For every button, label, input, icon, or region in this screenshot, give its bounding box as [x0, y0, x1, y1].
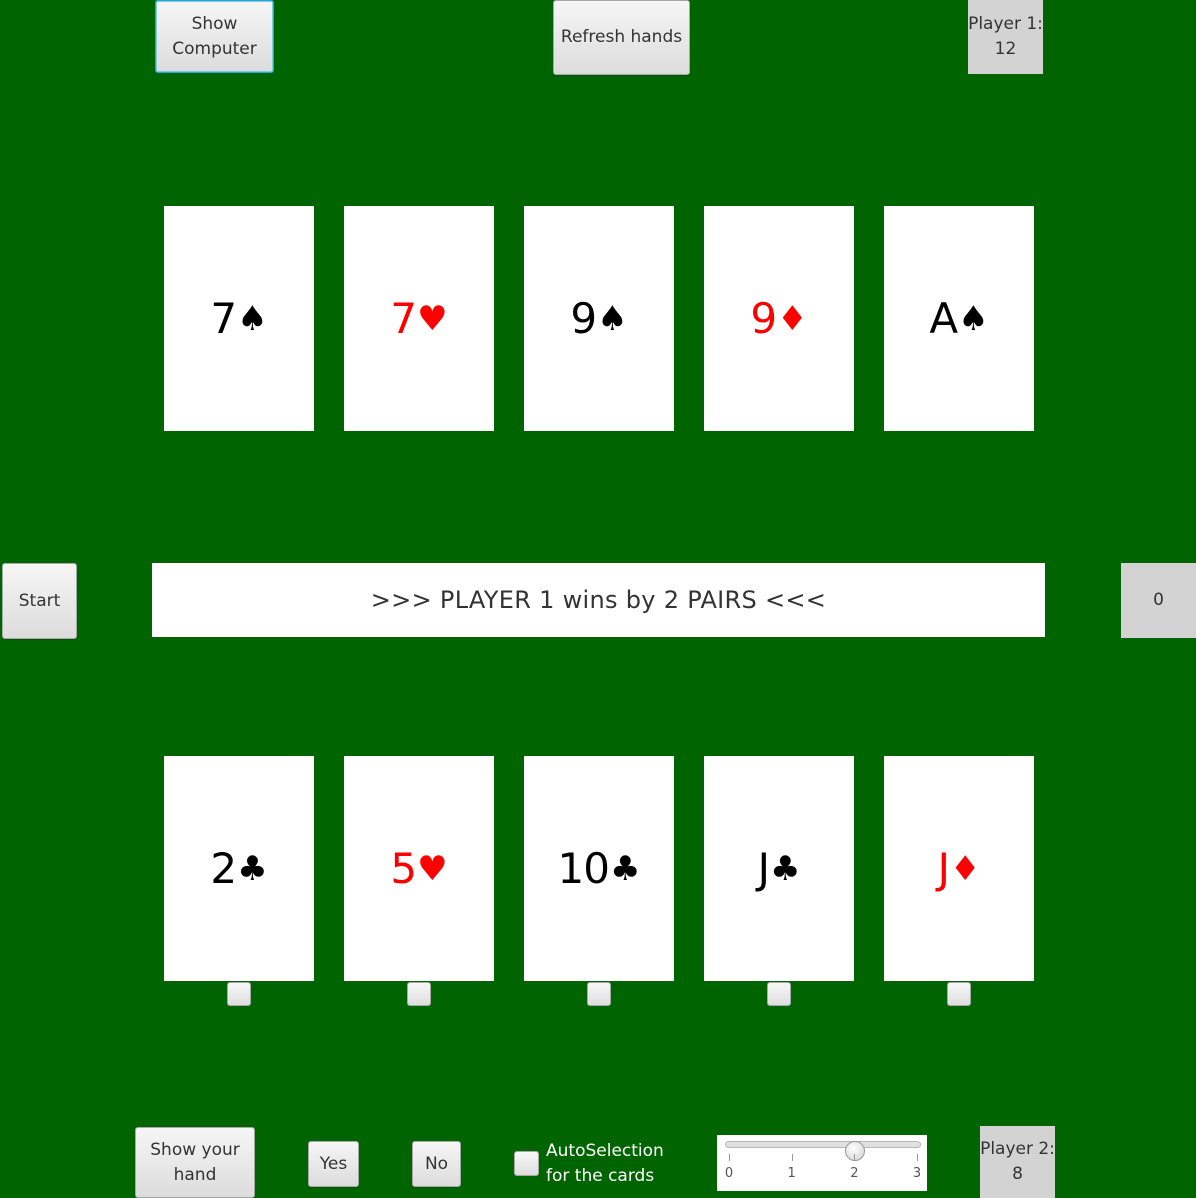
- card-rank: 7: [390, 294, 417, 343]
- player2-score-label: Player 2:: [980, 1139, 1055, 1160]
- show-computer-label-line2: Computer: [172, 38, 257, 59]
- card-select-checkbox[interactable]: [227, 982, 251, 1006]
- counter-value: 0: [1153, 590, 1164, 611]
- card-rank: J: [757, 844, 770, 893]
- card-select-checkbox[interactable]: [407, 982, 431, 1006]
- slider-track[interactable]: [725, 1141, 921, 1161]
- slider-tick: [854, 1154, 856, 1161]
- start-label: Start: [18, 590, 61, 611]
- card-rank: J: [937, 844, 950, 893]
- show-hand-label-line1: Show your: [150, 1139, 240, 1160]
- player-card[interactable]: J ♣: [704, 756, 854, 981]
- slider-thumb[interactable]: [845, 1141, 866, 1161]
- card-rank: 5: [390, 844, 417, 893]
- auto-selection-checkbox[interactable]: [514, 1151, 539, 1176]
- refresh-hands-label: Refresh hands: [560, 27, 683, 48]
- player2-score: Player 2: 8: [980, 1126, 1055, 1198]
- refresh-hands-button[interactable]: Refresh hands: [553, 0, 690, 75]
- card-select-checkbox[interactable]: [767, 982, 791, 1006]
- auto-selection-label-line1: AutoSelection: [546, 1141, 664, 1161]
- slider-tick-label: 1: [787, 1166, 796, 1181]
- card-rank: 9: [750, 294, 777, 343]
- card-suit: ♣: [609, 848, 641, 889]
- card-select-checkbox[interactable]: [587, 982, 611, 1006]
- player-card[interactable]: 2 ♣: [164, 756, 314, 981]
- start-button[interactable]: Start: [2, 563, 77, 639]
- computer-card: A ♠: [884, 206, 1034, 431]
- result-message: >>> PLAYER 1 wins by 2 PAIRS <<<: [152, 563, 1045, 637]
- computer-card: 9 ♠: [524, 206, 674, 431]
- card-suit: ♠: [958, 298, 989, 339]
- card-suit: ♦: [777, 298, 808, 339]
- card-suit: ♥: [417, 298, 448, 339]
- show-hand-label-line2: hand: [173, 1164, 217, 1185]
- show-computer-label-line1: Show: [191, 13, 238, 34]
- card-suit: ♦: [949, 848, 981, 889]
- player-card[interactable]: 5 ♥: [344, 756, 494, 981]
- card-suit: ♣: [237, 848, 268, 889]
- player1-score: Player 1: 12: [968, 0, 1043, 74]
- slider-tick: [791, 1154, 793, 1161]
- show-computer-button[interactable]: Show Computer: [155, 0, 274, 73]
- result-message-text: >>> PLAYER 1 wins by 2 PAIRS <<<: [370, 586, 827, 614]
- slider-tick-label: 3: [912, 1166, 922, 1181]
- computer-card: 7 ♥: [344, 206, 494, 431]
- card-suit: ♥: [417, 848, 448, 889]
- slider-tick-label: 0: [724, 1166, 734, 1181]
- card-rank: 10: [557, 844, 610, 893]
- card-select-checkbox[interactable]: [947, 982, 971, 1006]
- auto-selection-label-line2: for the cards: [546, 1166, 655, 1186]
- yes-button[interactable]: Yes: [308, 1141, 359, 1187]
- card-rank: 2: [210, 844, 237, 893]
- no-label: No: [424, 1153, 449, 1174]
- card-rank: A: [929, 294, 958, 343]
- no-button[interactable]: No: [412, 1141, 461, 1187]
- computer-card: 9 ♦: [704, 206, 854, 431]
- yes-label: Yes: [319, 1153, 348, 1174]
- player2-score-value: 8: [1012, 1164, 1023, 1184]
- show-hand-button[interactable]: Show your hand: [135, 1127, 255, 1198]
- card-rank: 9: [570, 294, 597, 343]
- player1-score-label: Player 1:: [968, 14, 1043, 35]
- computer-card: 7 ♠: [164, 206, 314, 431]
- slider-tick-label: 2: [850, 1166, 859, 1181]
- player-card[interactable]: 10 ♣: [524, 756, 674, 981]
- card-rank: 7: [210, 294, 237, 343]
- player-card[interactable]: J ♦: [884, 756, 1034, 981]
- card-suit: ♣: [769, 848, 801, 889]
- card-suit: ♠: [237, 298, 268, 339]
- card-suit: ♠: [597, 298, 628, 339]
- player1-score-value: 12: [994, 39, 1017, 59]
- auto-selection-label: AutoSelection for the cards: [546, 1139, 664, 1189]
- slider-tick: [917, 1154, 918, 1161]
- difficulty-slider[interactable]: 0 1 2 3: [717, 1135, 927, 1191]
- counter-box: 0: [1121, 563, 1196, 638]
- slider-tick: [729, 1154, 730, 1161]
